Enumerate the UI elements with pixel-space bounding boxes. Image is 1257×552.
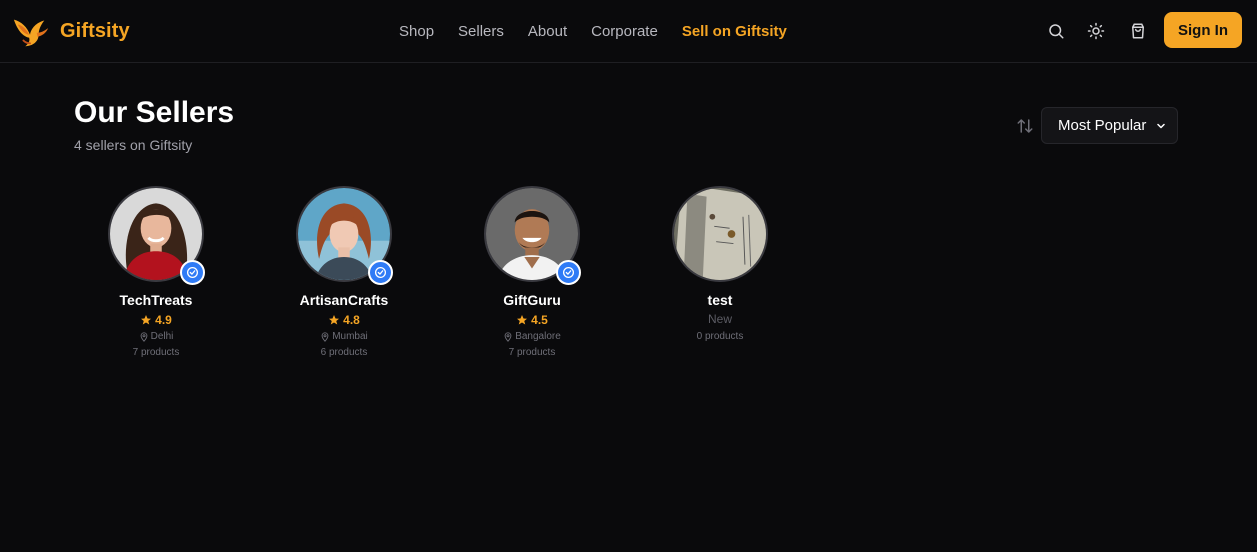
map-pin-icon [321, 331, 329, 342]
rating-value: 4.8 [343, 312, 360, 327]
theme-toggle-button[interactable] [1084, 19, 1108, 43]
seller-products: 7 products [508, 347, 556, 358]
seller-rating: 4.5 [452, 312, 612, 327]
seller-location: Bangalore [452, 330, 612, 343]
avatar-container [296, 186, 393, 285]
nav-sellers[interactable]: Sellers [458, 23, 504, 40]
bird-logo-icon [13, 19, 49, 47]
rating-value: 4.5 [531, 312, 548, 327]
sun-icon [1087, 22, 1105, 40]
star-icon [329, 314, 340, 324]
star-icon [141, 314, 152, 324]
nav-corporate[interactable]: Corporate [591, 23, 658, 40]
seller-name: test [707, 292, 733, 308]
seller-name: GiftGuru [503, 292, 561, 308]
seller-card-artisancrafts[interactable]: ArtisanCrafts 4.8 Mumbai 6 products [264, 186, 424, 360]
brand-logo-link[interactable]: Giftsity [12, 12, 130, 50]
avatar-container [484, 186, 581, 285]
search-icon [1049, 24, 1064, 39]
cart-icon [1132, 23, 1144, 39]
seller-rating: 4.9 [76, 312, 236, 327]
seller-location: Mumbai [264, 330, 424, 343]
cart-button[interactable] [1126, 19, 1150, 43]
seller-card-giftguru[interactable]: GiftGuru 4.5 Bangalore 7 products [452, 186, 612, 360]
avatar-container [672, 186, 768, 282]
sign-in-button[interactable]: Sign In [1164, 12, 1242, 48]
nav-sell-on-giftsity[interactable]: Sell on Giftsity [682, 23, 787, 40]
nav-shop[interactable]: Shop [399, 23, 434, 40]
sort-selected-value: Most Popular [1058, 117, 1147, 134]
location-text: Delhi [150, 331, 174, 342]
location-text: Mumbai [332, 331, 368, 342]
rating-value: 4.9 [155, 312, 172, 327]
sort-select[interactable]: Most Popular [1041, 107, 1178, 144]
check-circle-icon [562, 266, 575, 279]
seller-name: ArtisanCrafts [299, 292, 389, 308]
map-pin-icon [504, 331, 512, 342]
check-circle-icon [186, 266, 199, 279]
verified-badge [556, 260, 581, 285]
verified-badge [180, 260, 205, 285]
star-icon [517, 314, 528, 324]
check-circle-icon [374, 266, 387, 279]
nav-about[interactable]: About [528, 23, 567, 40]
avatar-photo [674, 188, 766, 280]
seller-location: Delhi [76, 330, 236, 343]
main-nav: Shop Sellers About Corporate Sell on Gif… [399, 20, 787, 42]
seller-rating-new: New [707, 312, 732, 326]
sort-arrows-icon[interactable] [1016, 117, 1034, 135]
seller-name: TechTreats [119, 292, 193, 308]
top-navbar: Giftsity Shop Sellers About Corporate Se… [0, 0, 1257, 63]
seller-products: 0 products [696, 331, 744, 342]
seller-products: 7 products [132, 347, 180, 358]
verified-badge [368, 260, 393, 285]
search-button[interactable] [1044, 19, 1068, 43]
brand-name: Giftsity [60, 19, 130, 42]
location-text: Bangalore [515, 331, 561, 342]
page-title: Our Sellers [74, 96, 235, 129]
sellers-count: 4 sellers on Giftsity [74, 137, 193, 153]
seller-rating: 4.8 [264, 312, 424, 327]
map-pin-icon [140, 331, 147, 342]
avatar [672, 186, 768, 282]
seller-card-techtreats[interactable]: TechTreats 4.9 Delhi 7 products [76, 186, 236, 360]
avatar-container [108, 186, 205, 285]
seller-products: 6 products [320, 347, 368, 358]
seller-card-test[interactable]: test New 0 products [640, 186, 800, 344]
chevron-down-icon [1157, 123, 1165, 128]
